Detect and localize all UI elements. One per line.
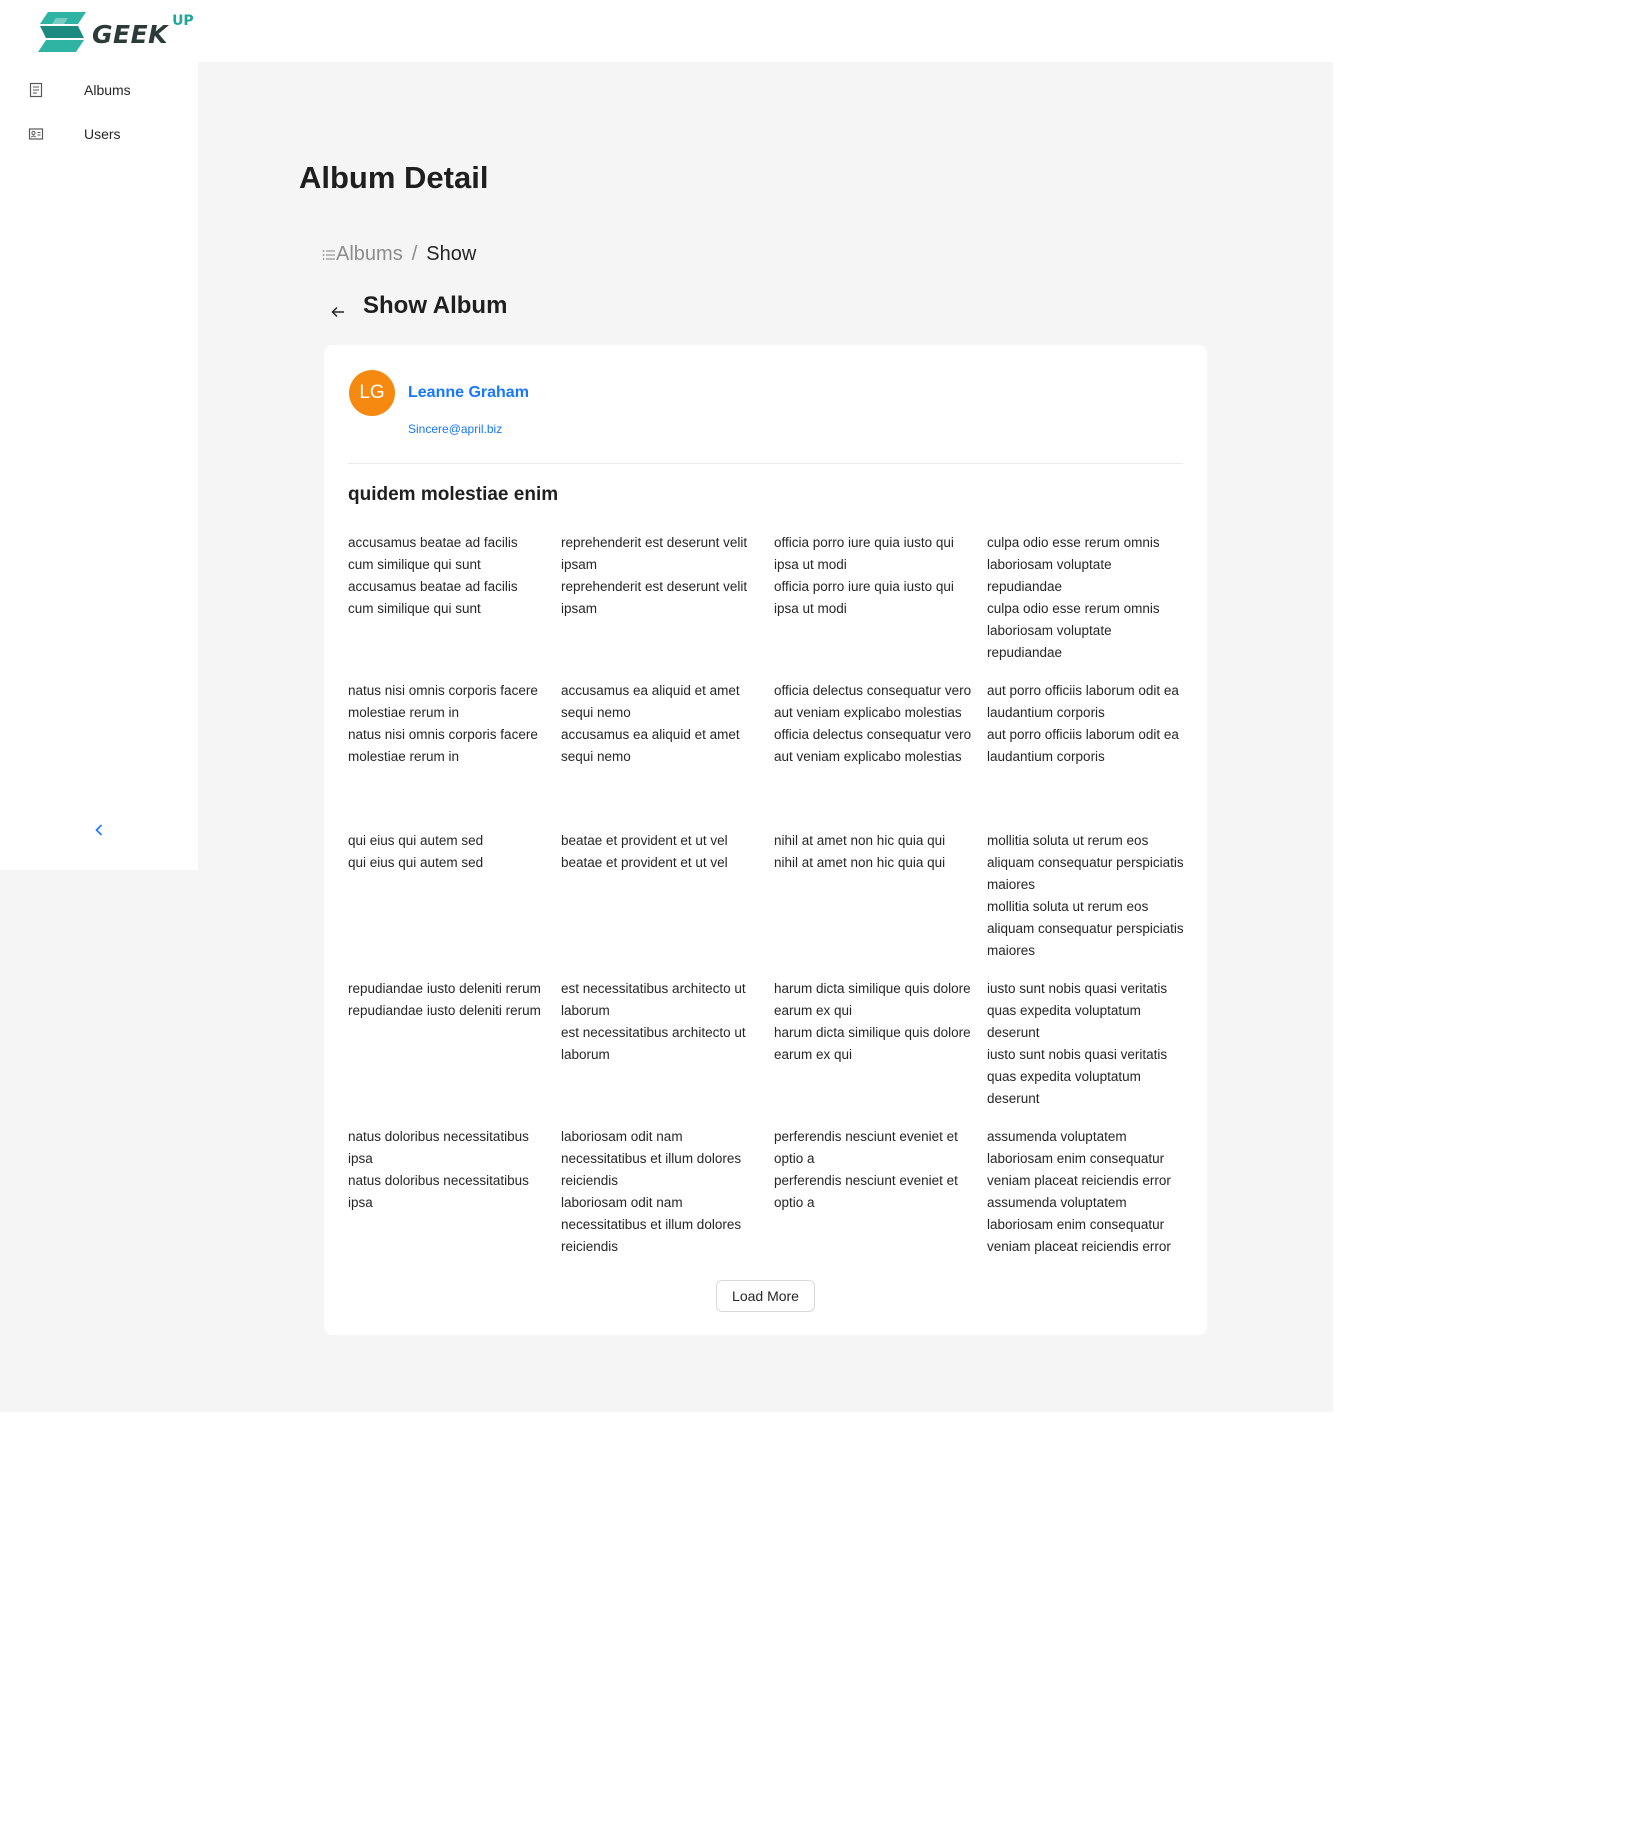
photo-item[interactable]: accusamus beatae ad facilis cum similiqu… — [348, 532, 546, 620]
id-card-icon — [28, 128, 44, 140]
sidebar-collapse-button[interactable] — [88, 819, 110, 841]
breadcrumb-current: Show — [426, 243, 477, 265]
photo-item[interactable]: qui eius qui autem sed qui eius qui autem… — [348, 830, 546, 874]
photo-item[interactable]: assumenda voluptatem laboriosam enim con… — [987, 1126, 1185, 1258]
user-name-link[interactable]: Leanne Graham — [408, 384, 529, 402]
photo-thumbnail-alt[interactable]: qui eius qui autem sed — [348, 833, 483, 848]
geekup-logo-icon — [38, 12, 86, 52]
breadcrumb-albums-link[interactable]: Albums — [336, 243, 403, 266]
logo-superscript: UP — [172, 13, 194, 29]
top-header: GEEK UP — [0, 0, 1333, 62]
photo-item[interactable]: laboriosam odit nam necessitatibus et il… — [561, 1126, 759, 1258]
photo-thumbnail-alt[interactable]: culpa odio esse rerum omnis laboriosam v… — [987, 535, 1160, 594]
album-title: quidem molestiae enim — [348, 484, 559, 505]
photo-item[interactable]: natus doloribus necessitatibus ipsa natus… — [348, 1126, 546, 1214]
photo-thumbnail-alt[interactable]: natus doloribus necessitatibus ipsa — [348, 1129, 529, 1166]
photo-caption: natus nisi omnis corporis facere molesti… — [348, 727, 538, 764]
photo-item[interactable]: perferendis nesciunt eveniet et optio a p… — [774, 1126, 972, 1214]
photo-caption: accusamus ea aliquid et amet sequi nemo — [561, 727, 740, 764]
photo-caption: qui eius qui autem sed — [348, 855, 484, 870]
photo-thumbnail-alt[interactable]: natus nisi omnis corporis facere molesti… — [348, 683, 538, 720]
photo-item[interactable]: harum dicta similique quis dolore earum … — [774, 978, 972, 1066]
user-email-link[interactable]: Sincere@april.biz — [408, 422, 502, 436]
sidebar-item-users[interactable]: Users — [0, 114, 198, 154]
photo-item[interactable]: natus nisi omnis corporis facere molesti… — [348, 680, 546, 768]
sidebar-item-label: Users — [84, 126, 121, 142]
photo-caption: assumenda voluptatem laboriosam enim con… — [987, 1195, 1171, 1254]
photo-caption: officia porro iure quia iusto qui ipsa u… — [774, 579, 954, 616]
arrow-left-icon — [331, 306, 344, 318]
photo-caption: nihil at amet non hic quia qui — [774, 855, 946, 870]
photo-caption: accusamus beatae ad facilis cum similiqu… — [348, 579, 518, 616]
photo-thumbnail-alt[interactable]: repudiandae iusto deleniti rerum — [348, 981, 541, 996]
load-more-button[interactable]: Load More — [716, 1280, 815, 1312]
photo-item[interactable]: repudiandae iusto deleniti rerum repudian… — [348, 978, 546, 1022]
photo-caption: est necessitatibus architecto ut laborum — [561, 1025, 746, 1062]
photo-thumbnail-alt[interactable]: nihil at amet non hic quia qui — [774, 833, 945, 848]
photo-caption: culpa odio esse rerum omnis laboriosam v… — [987, 601, 1160, 660]
back-button[interactable] — [328, 300, 348, 324]
list-icon — [322, 249, 335, 260]
photo-caption: repudiandae iusto deleniti rerum — [348, 1003, 541, 1018]
photo-thumbnail-alt[interactable]: mollitia soluta ut rerum eos aliquam con… — [987, 833, 1184, 892]
photo-thumbnail-alt[interactable]: harum dicta similique quis dolore earum … — [774, 981, 971, 1018]
photo-thumbnail-alt[interactable]: officia porro iure quia iusto qui ipsa u… — [774, 535, 954, 572]
divider — [348, 463, 1183, 464]
photo-item[interactable]: accusamus ea aliquid et amet sequi nemo a… — [561, 680, 759, 768]
photo-caption: perferendis nesciunt eveniet et optio a — [774, 1173, 958, 1210]
photo-thumbnail-alt[interactable]: reprehenderit est deserunt velit ipsam — [561, 535, 747, 572]
photo-item[interactable]: mollitia soluta ut rerum eos aliquam con… — [987, 830, 1185, 962]
photo-thumbnail-alt[interactable]: perferendis nesciunt eveniet et optio a — [774, 1129, 958, 1166]
photo-caption: officia delectus consequatur vero aut ve… — [774, 727, 972, 764]
sidebar-item-albums[interactable]: Albums — [0, 70, 198, 110]
photo-thumbnail-alt[interactable]: beatae et provident et ut vel — [561, 833, 728, 848]
avatar[interactable]: LG — [349, 370, 395, 416]
photo-caption: mollitia soluta ut rerum eos aliquam con… — [987, 899, 1184, 958]
album-icon — [29, 82, 43, 98]
photo-item[interactable]: est necessitatibus architecto ut laborum… — [561, 978, 759, 1066]
photo-caption: iusto sunt nobis quasi veritatis quas ex… — [987, 1047, 1168, 1106]
photo-item[interactable]: officia delectus consequatur vero aut ve… — [774, 680, 972, 768]
photo-thumbnail-alt[interactable]: officia delectus consequatur vero aut ve… — [774, 683, 971, 720]
photo-thumbnail-alt[interactable]: assumenda voluptatem laboriosam enim con… — [987, 1129, 1171, 1188]
sidebar: Albums Users — [0, 62, 198, 870]
page-title: Album Detail — [299, 160, 489, 195]
photo-caption: beatae et provident et ut vel — [561, 855, 728, 870]
photo-caption: harum dicta similique quis dolore earum … — [774, 1025, 971, 1062]
photo-caption: laboriosam odit nam necessitatibus et il… — [561, 1195, 742, 1254]
photo-thumbnail-alt[interactable]: accusamus ea aliquid et amet sequi nemo — [561, 683, 740, 720]
photo-thumbnail-alt[interactable]: est necessitatibus architecto ut laborum — [561, 981, 746, 1018]
photo-thumbnail-alt[interactable]: aut porro officiis laborum odit ea lauda… — [987, 683, 1179, 720]
photo-caption: reprehenderit est deserunt velit ipsam — [561, 579, 748, 616]
photo-item[interactable]: officia porro iure quia iusto qui ipsa u… — [774, 532, 972, 620]
photo-thumbnail-alt[interactable]: laboriosam odit nam necessitatibus et il… — [561, 1129, 741, 1188]
breadcrumb: Albums / Show — [322, 243, 476, 266]
photo-item[interactable]: nihil at amet non hic quia qui nihil at a… — [774, 830, 972, 874]
photo-item[interactable]: beatae et provident et ut vel beatae et p… — [561, 830, 759, 874]
photo-item[interactable]: aut porro officiis laborum odit ea lauda… — [987, 680, 1185, 768]
logo-text: GEEK — [92, 19, 169, 49]
breadcrumb-separator: / — [411, 243, 418, 265]
photo-thumbnail-alt[interactable]: accusamus beatae ad facilis cum similiqu… — [348, 535, 518, 572]
photo-item[interactable]: iusto sunt nobis quasi veritatis quas ex… — [987, 978, 1185, 1110]
photo-caption: natus doloribus necessitatibus ipsa — [348, 1173, 529, 1210]
album-card: LG Leanne Graham Sincere@april.biz quide… — [324, 345, 1207, 1335]
show-album-title: Show Album — [363, 292, 508, 319]
brand-logo[interactable]: GEEK UP — [38, 10, 194, 54]
photo-caption: aut porro officiis laborum odit ea lauda… — [987, 727, 1179, 764]
photo-item[interactable]: reprehenderit est deserunt velit ipsam re… — [561, 532, 759, 620]
photo-item[interactable]: culpa odio esse rerum omnis laboriosam v… — [987, 532, 1185, 664]
app-shell: GEEK UP Albums Users Album Detail Albums… — [0, 0, 1333, 1412]
chevron-left-icon — [95, 824, 103, 836]
photo-thumbnail-alt[interactable]: iusto sunt nobis quasi veritatis quas ex… — [987, 981, 1167, 1040]
sidebar-item-label: Albums — [84, 82, 131, 98]
